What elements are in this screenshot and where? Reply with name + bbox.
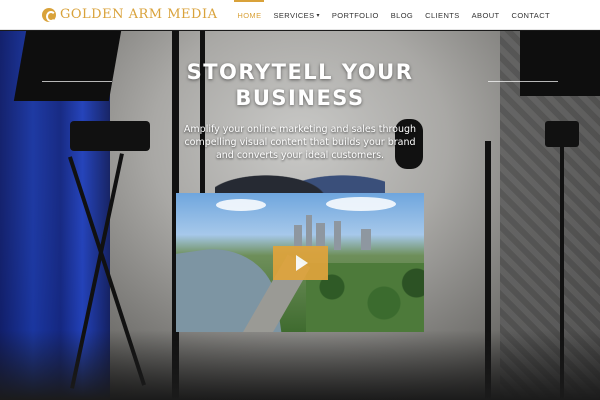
nav-services[interactable]: SERVICES ▾ — [267, 0, 325, 30]
nav-contact[interactable]: CONTACT — [506, 0, 557, 30]
softbox-right — [520, 31, 600, 96]
play-button[interactable] — [273, 246, 328, 280]
video-skyline — [334, 221, 341, 250]
hero-subtitle: Amplify your online marketing and sales … — [183, 124, 417, 161]
nav-clients-label: CLIENTS — [425, 10, 460, 20]
video-skyline — [306, 215, 312, 250]
softbox-left — [13, 31, 122, 101]
camera-left — [70, 121, 150, 151]
video-skyline — [361, 229, 371, 250]
nav-blog-label: BLOG — [390, 10, 414, 20]
hero-title: STORYTELL YOUR BUSINESS — [186, 60, 414, 110]
play-icon — [296, 255, 308, 271]
nav-home[interactable]: HOME — [231, 0, 267, 30]
nav-portfolio[interactable]: PORTFOLIO — [326, 0, 385, 30]
studio-floor — [0, 330, 600, 400]
nav-contact-label: CONTACT — [511, 10, 550, 20]
decorative-line-right — [488, 81, 558, 82]
logo[interactable]: GOLDEN ARM MEDIA — [42, 7, 217, 22]
video-cloud — [326, 197, 396, 211]
nav-portfolio-label: PORTFOLIO — [331, 10, 379, 20]
site-header: GOLDEN ARM MEDIA HOME SERVICES ▾ PORTFOLI… — [0, 0, 600, 30]
light-right — [545, 121, 579, 147]
hero-section: STORYTELL YOUR BUSINESS Amplify your onl… — [0, 31, 600, 400]
decorative-line-left — [42, 81, 112, 82]
video-cloud — [216, 199, 266, 211]
golden-arm-logo-icon — [42, 7, 56, 22]
nav-services-label: SERVICES — [273, 10, 315, 20]
main-nav: HOME SERVICES ▾ PORTFOLIO BLOG CLIENTS AB… — [231, 0, 556, 30]
nav-about[interactable]: ABOUT — [466, 0, 506, 30]
chevron-down-icon: ▾ — [316, 12, 320, 19]
stand-center-pole — [200, 31, 205, 201]
nav-blog[interactable]: BLOG — [385, 0, 419, 30]
nav-about-label: ABOUT — [471, 10, 500, 20]
nav-home-label: HOME — [237, 10, 262, 20]
brand-name: GOLDEN ARM MEDIA — [60, 7, 218, 22]
nav-clients[interactable]: CLIENTS — [419, 0, 465, 30]
video-player[interactable] — [176, 193, 424, 332]
